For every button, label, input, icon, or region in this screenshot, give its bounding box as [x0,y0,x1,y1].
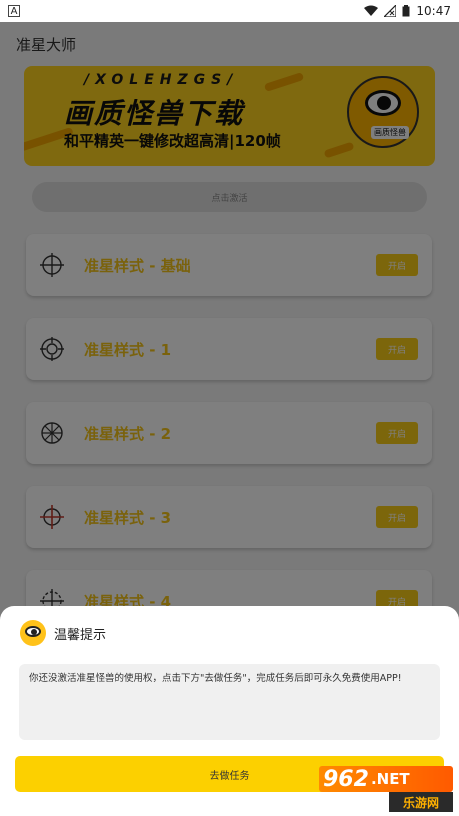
notification-icon: A [8,5,20,17]
dialog-title: 温馨提示 [54,627,107,643]
status-icons: 10:47 [364,4,451,18]
watermark-top: 962 .NET [319,766,453,792]
logo-pupil [31,629,37,635]
battery-icon [402,5,410,17]
app-logo-icon [20,620,46,646]
signal-off-icon [384,5,397,17]
status-bar: A 10:47 [0,0,459,22]
watermark-number: 962 [323,766,369,792]
wifi-icon [364,5,379,16]
dialog-header: 温馨提示 [20,620,106,646]
site-watermark: 962 .NET 乐游网 [319,766,453,812]
notification-letter: A [10,5,18,17]
watermark-site: 乐游网 [389,792,453,812]
dialog-message: 你还没激活准星怪兽的使用权，点击下方"去做任务"，完成任务后即可永久免费使用AP… [19,664,440,740]
logo-eye [25,626,41,637]
clock: 10:47 [416,4,451,18]
watermark-net: .NET [370,770,410,788]
